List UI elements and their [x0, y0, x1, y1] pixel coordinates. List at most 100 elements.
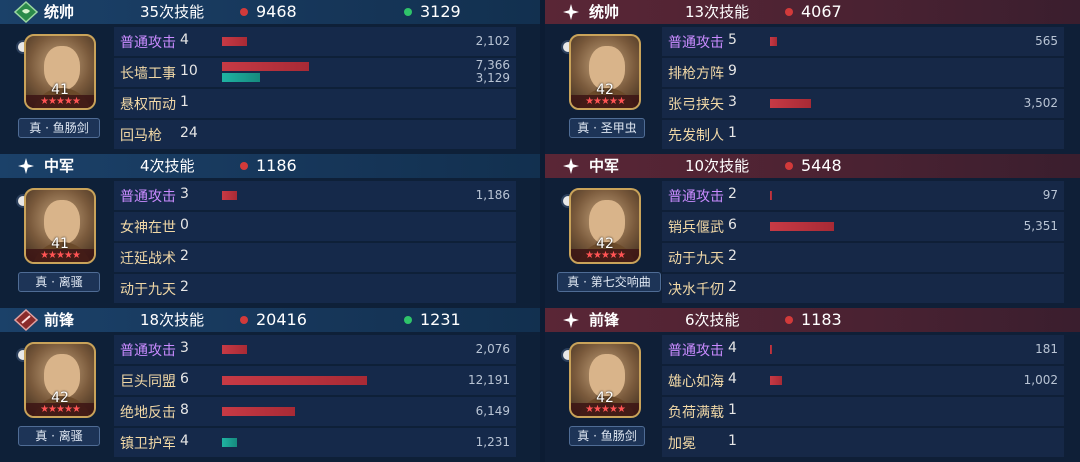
skill-uses: 2 — [180, 248, 189, 264]
hero-portrait[interactable]: 42 ★★★★★ — [569, 188, 641, 264]
role-label: 统帅 — [44, 3, 75, 21]
skill-count: 35次技能 — [140, 3, 205, 21]
skill-uses: 1 — [728, 402, 737, 418]
damage-value: 12,191 — [468, 373, 510, 387]
skill-row: 销兵偃武 6 5,351 — [662, 212, 1064, 241]
skill-count: 10次技能 — [685, 157, 750, 175]
skill-row: 负荷满载 1 — [662, 397, 1064, 426]
skill-count: 18次技能 — [140, 311, 205, 329]
skill-uses: 2 — [728, 248, 737, 264]
skill-name: 动于九天 — [120, 282, 176, 298]
skill-count: 6次技能 — [685, 311, 740, 329]
skill-uses: 2 — [180, 279, 189, 295]
hero-panel: 前锋 6次技能 1183 42 ★★★★★ 真 · 鱼肠剑 普通攻击 4 181 雄心如海 4 1,0… — [545, 308, 1080, 462]
damage-value: 2,102 — [475, 34, 510, 48]
hero-header: 前锋 18次技能 20416 1231 — [0, 308, 540, 332]
skill-name: 普通攻击 — [668, 343, 724, 359]
skill-row: 长墙工事 10 7,366 3,129 — [114, 58, 516, 87]
star-rating: ★★★★★ — [26, 95, 94, 108]
damage-total: 5448 — [801, 156, 842, 175]
damage-dot-icon — [240, 316, 248, 324]
hero-portrait[interactable]: 42 ★★★★★ — [24, 342, 96, 418]
skill-name: 回马枪 — [120, 128, 162, 144]
skill-name: 女神在世 — [120, 220, 176, 236]
skill-row: 先发制人 1 — [662, 120, 1064, 149]
skill-row: 迁延战术 2 — [114, 243, 516, 272]
team-right: 统帅 13次技能 4067 42 ★★★★★ 真 · 圣甲虫 普通攻击 5 565 排枪方阵 9 张弓… — [545, 0, 1080, 462]
damage-dot-icon — [785, 316, 793, 324]
white-sparkle-icon — [559, 155, 583, 177]
skill-uses: 3 — [728, 94, 737, 110]
skill-uses: 9 — [728, 63, 737, 79]
skill-name: 悬权而动 — [120, 97, 176, 113]
damage-bar — [222, 62, 309, 71]
skill-row: 加冕 1 — [662, 428, 1064, 457]
skill-row: 女神在世 0 — [114, 212, 516, 241]
hero-portrait[interactable]: 42 ★★★★★ — [569, 342, 641, 418]
role-label: 中军 — [44, 157, 75, 175]
skill-name: 排枪方阵 — [668, 66, 724, 82]
damage-total: 1186 — [256, 156, 297, 175]
skill-name: 先发制人 — [668, 128, 724, 144]
weapon-label[interactable]: 真 · 离骚 — [18, 426, 100, 446]
skill-row: 回马枪 24 — [114, 120, 516, 149]
weapon-label[interactable]: 真 · 鱼肠剑 — [569, 426, 645, 446]
skill-uses: 5 — [728, 32, 737, 48]
damage-bar — [770, 345, 772, 354]
skill-name: 普通攻击 — [120, 343, 176, 359]
skill-row: 悬权而动 1 — [114, 89, 516, 118]
hero-panel: 中军 10次技能 5448 42 ★★★★★ 真 · 第七交响曲 普通攻击 2 97 销兵偃武 6 5… — [545, 154, 1080, 308]
damage-bar — [222, 37, 247, 46]
white-sparkle-icon — [14, 155, 38, 177]
skill-name: 迁延战术 — [120, 251, 176, 267]
role-label: 统帅 — [589, 3, 620, 21]
skill-name: 长墙工事 — [120, 66, 176, 82]
damage-bar — [770, 191, 772, 200]
weapon-label[interactable]: 真 · 鱼肠剑 — [18, 118, 100, 138]
heal-bar — [222, 73, 260, 82]
skill-uses: 0 — [180, 217, 189, 233]
skill-row: 排枪方阵 9 — [662, 58, 1064, 87]
skill-name: 镇卫护军 — [120, 436, 176, 452]
damage-bar — [770, 222, 834, 231]
skill-count: 13次技能 — [685, 3, 750, 21]
damage-total: 20416 — [256, 310, 307, 329]
skill-row: 巨头同盟 6 12,191 — [114, 366, 516, 395]
skill-name: 动于九天 — [668, 251, 724, 267]
skill-uses: 4 — [728, 340, 737, 356]
skill-name: 负荷满载 — [668, 405, 724, 421]
team-left: 统帅 35次技能 9468 3129 41 ★★★★★ 真 · 鱼肠剑 普通攻击 4 2,102 长… — [0, 0, 540, 462]
damage-value: 6,149 — [475, 404, 510, 418]
weapon-label[interactable]: 真 · 圣甲虫 — [569, 118, 645, 138]
damage-dot-icon — [785, 162, 793, 170]
hero-panel: 统帅 35次技能 9468 3129 41 ★★★★★ 真 · 鱼肠剑 普通攻击 4 2,102 长… — [0, 0, 540, 154]
white-sparkle-icon — [559, 1, 583, 23]
role-label: 前锋 — [44, 311, 75, 329]
skill-row: 绝地反击 8 6,149 — [114, 397, 516, 426]
weapon-label[interactable]: 真 · 离骚 — [18, 272, 100, 292]
skill-row: 动于九天 2 — [662, 243, 1064, 272]
hero-panel: 中军 4次技能 1186 41 ★★★★★ 真 · 离骚 普通攻击 3 1,186 女神在世 0 迁延… — [0, 154, 540, 308]
skill-uses: 10 — [180, 63, 198, 79]
skill-uses: 2 — [728, 186, 737, 202]
damage-value: 3,502 — [1023, 96, 1058, 110]
hero-portrait[interactable]: 42 ★★★★★ — [569, 34, 641, 110]
damage-value: 7,366 — [475, 58, 510, 72]
skill-uses: 4 — [180, 32, 189, 48]
skill-name: 张弓挟矢 — [668, 97, 724, 113]
damage-value: 97 — [1042, 188, 1058, 202]
hero-panel: 统帅 13次技能 4067 42 ★★★★★ 真 · 圣甲虫 普通攻击 5 565 排枪方阵 9 张弓… — [545, 0, 1080, 154]
damage-value: 2,076 — [475, 342, 510, 356]
skill-name: 普通攻击 — [120, 189, 176, 205]
hero-portrait[interactable]: 41 ★★★★★ — [24, 188, 96, 264]
damage-value: 1,231 — [475, 435, 510, 449]
damage-bar — [222, 407, 295, 416]
damage-total: 1183 — [801, 310, 842, 329]
star-rating: ★★★★★ — [571, 403, 639, 416]
damage-value: 1,002 — [1023, 373, 1058, 387]
weapon-label[interactable]: 真 · 第七交响曲 — [557, 272, 661, 292]
hero-portrait[interactable]: 41 ★★★★★ — [24, 34, 96, 110]
red-diamond-icon — [13, 308, 39, 332]
star-rating: ★★★★★ — [571, 249, 639, 262]
skill-uses: 1 — [728, 125, 737, 141]
